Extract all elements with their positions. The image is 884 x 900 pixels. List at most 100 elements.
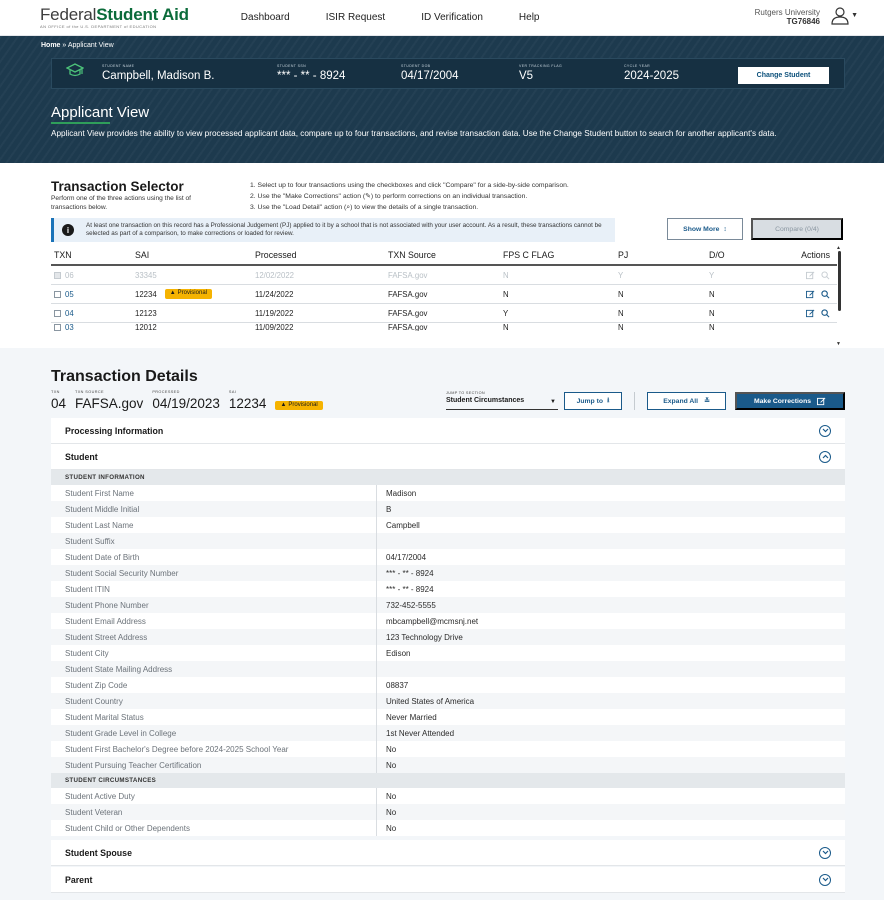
detail-provisional: ▲ Provisional (275, 391, 323, 411)
col-header-processed[interactable]: Processed (255, 250, 388, 260)
detail-sai-label: SAI (228, 390, 237, 394)
processed-date: 12/02/2022 (255, 270, 295, 280)
detail-row: Student First Name Madison (51, 485, 845, 501)
chevron-down-circle-icon[interactable] (819, 424, 831, 437)
col-header-fps-c-flag[interactable]: FPS C FLAG (503, 250, 618, 260)
row-checkbox[interactable] (54, 309, 61, 317)
col-header-sai[interactable]: SAI (135, 250, 255, 260)
processed-date: 11/09/2022 (255, 323, 294, 331)
pj-flag: N (618, 289, 624, 299)
expand-all-button[interactable]: Expand All ≚ (647, 392, 726, 410)
txn-number[interactable]: 05 (65, 290, 74, 299)
detail-row: Student Date of Birth 04/17/2004 (51, 549, 845, 565)
accordion-header[interactable]: Parent (51, 867, 845, 893)
col-header-txn[interactable]: TXN (51, 250, 135, 260)
field-value: No (386, 744, 397, 754)
field-label: Student Phone Number (51, 597, 377, 613)
instruction-step-2: 2. Use the "Make Corrections" action (✎)… (250, 192, 528, 200)
show-more-button[interactable]: Show More ↕ (667, 218, 743, 240)
detail-row: Student Street Address 123 Technology Dri… (51, 629, 845, 645)
col-header-pj[interactable]: PJ (618, 250, 709, 260)
field-label: Student Street Address (51, 629, 377, 645)
cycle-year-value: 2024-2025 (624, 69, 679, 82)
search-icon (821, 270, 830, 279)
sai-value: 12012 (135, 323, 157, 331)
selector-subtitle: Perform one of the three actions using t… (51, 195, 192, 211)
jump-to-button[interactable]: Jump to ⭳ (564, 392, 622, 410)
chevron-up-circle-icon[interactable] (819, 450, 831, 463)
nav-id-verification[interactable]: ID Verification (421, 12, 483, 23)
change-student-button[interactable]: Change Student (738, 67, 829, 84)
user-organization: Rutgers University (754, 7, 820, 17)
field-value: 123 Technology Drive (386, 632, 463, 642)
accordion-title: Parent (65, 874, 93, 885)
student-name-value: Campbell, Madison B. (102, 69, 215, 82)
chevron-down-circle-icon[interactable] (819, 846, 831, 859)
federal-student-aid-logo[interactable]: FederalStudent Aid AN OFFICE of the U.S.… (40, 6, 189, 29)
field-label: Student Grade Level in College (51, 725, 377, 741)
txn-number[interactable]: 03 (65, 323, 74, 331)
txn-number[interactable]: 04 (65, 309, 74, 318)
detail-row: Student Middle Initial B (51, 501, 845, 517)
user-icon[interactable]: ▼ (830, 6, 858, 28)
detail-row: Student ITIN *** - ** - 8924 (51, 581, 845, 597)
table-scrollbar[interactable] (838, 251, 841, 311)
info-icon: i (62, 224, 74, 236)
breadcrumb-home[interactable]: Home (41, 42, 60, 49)
detail-row: Student Grade Level in College 1st Never … (51, 725, 845, 741)
accordion-header[interactable]: Student (51, 444, 845, 470)
detail-sai-value: 12234 (228, 395, 267, 411)
edit-icon (817, 397, 826, 405)
accordion-header[interactable]: Student Spouse (51, 840, 845, 866)
chevron-down-circle-icon[interactable] (819, 873, 831, 886)
col-header-do[interactable]: D/O (709, 250, 787, 260)
provisional-label: Provisional (288, 402, 318, 409)
breadcrumb-current: Applicant View (67, 42, 114, 49)
accordion-student: Student STUDENT INFORMATION Student Firs… (51, 444, 845, 836)
do-flag: N (709, 323, 715, 331)
fps-flag: N (503, 323, 509, 331)
nav-help[interactable]: Help (519, 12, 540, 23)
jump-to-section-select[interactable]: JUMP TO SECTION Student Circumstances ▼ (446, 391, 558, 410)
field-label: Student Date of Birth (51, 549, 377, 565)
row-checkbox[interactable] (54, 290, 61, 298)
edit-icon[interactable] (806, 309, 815, 318)
table-row: 03 12012 11/09/2022 FAFSA.gov N N N (51, 323, 837, 331)
field-value: No (386, 760, 397, 770)
field-label: Student Suffix (51, 533, 377, 549)
nav-dashboard[interactable]: Dashboard (241, 12, 290, 23)
field-label: Student Middle Initial (51, 501, 377, 517)
txn-source: FAFSA.gov (388, 289, 428, 299)
detail-row: Student Country United States of America (51, 693, 845, 709)
double-chevron-down-icon: ≚ (704, 398, 710, 405)
compare-button[interactable]: Compare (0/4) (751, 218, 843, 240)
accordion-title: Student Spouse (65, 847, 132, 858)
col-header-txn-source[interactable]: TXN Source (388, 250, 503, 260)
selector-instructions: 1. Select up to four transactions using … (250, 181, 569, 214)
accordion-header[interactable]: Processing Information (51, 418, 845, 444)
expand-vertical-icon: ↕ (723, 225, 727, 233)
student-summary-bar: STUDENT NAME Campbell, Madison B. STUDEN… (51, 58, 845, 89)
accordion-title: Student (65, 451, 98, 462)
nav-isir-request[interactable]: ISIR Request (326, 12, 385, 23)
scroll-down-arrow[interactable]: ▼ (836, 341, 841, 347)
sai-value: 12123 (135, 308, 157, 318)
detail-row: Student Active Duty No (51, 788, 845, 804)
transaction-details: Transaction Details TXN 04 TXN SOURCE FAFS… (0, 348, 884, 900)
edit-icon[interactable] (806, 290, 815, 299)
user-menu[interactable]: Rutgers University TG76846 ▼ (754, 6, 858, 28)
search-icon[interactable] (821, 308, 830, 318)
accordion-parent: Parent (51, 867, 845, 893)
make-corrections-button[interactable]: Make Corrections (735, 392, 845, 410)
detail-row: Student Suffix (51, 533, 845, 549)
search-icon[interactable] (821, 289, 830, 299)
ver-tracking-field: VER TRACKING FLAG V5 (519, 64, 624, 82)
do-flag: N (709, 289, 715, 299)
field-value: Madison (386, 488, 417, 498)
detail-source-value: FAFSA.gov (75, 395, 144, 411)
row-checkbox[interactable] (54, 324, 61, 331)
processed-date: 11/19/2022 (255, 308, 294, 318)
transaction-selector: Transaction Selector Perform one of the … (0, 163, 884, 347)
field-label: Student First Bachelor's Degree before 2… (51, 741, 377, 757)
chevron-down-icon: ▼ (550, 399, 556, 405)
